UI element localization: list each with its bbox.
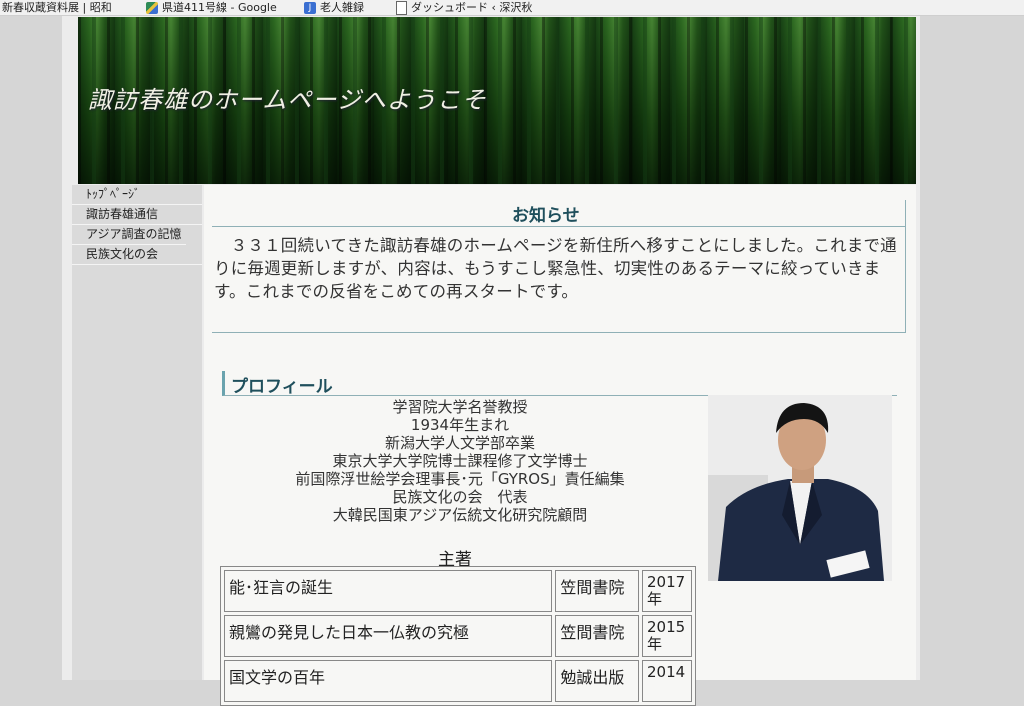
doc-icon: [396, 0, 407, 15]
table-row: 能･狂言の誕生 笠間書院 2017年: [224, 570, 692, 612]
profile-line: 東京大学大学院博士課程修了文学博士: [332, 452, 588, 470]
works-table: 能･狂言の誕生 笠間書院 2017年 親鸞の発見した日本一仏教の究極 笠間書院 …: [220, 566, 696, 706]
profile-line: 1934年生まれ: [410, 416, 510, 434]
profile-line: 前国際浮世絵学会理事長･元「GYROS」責任編集: [295, 470, 625, 488]
profile-line: 新潟大学人文学部卒業: [384, 434, 535, 452]
j-icon: J: [304, 1, 316, 14]
bookmark-item[interactable]: 県道411号線 - Google: [146, 0, 277, 15]
portrait-image: [708, 395, 892, 581]
work-title: 国文学の百年: [224, 660, 553, 702]
notice-text: ３３１回続いてきた諏訪春雄のホームページを新住所へ移すことにしました。これまで通…: [214, 236, 897, 301]
bookmark-item[interactable]: 新春収蔵資料展 | 昭和: [2, 0, 112, 15]
work-title: 能･狂言の誕生: [224, 570, 553, 612]
profile-line: 大韓民国東アジア伝統文化研究院顧問: [332, 506, 588, 524]
sidebar-nav: ﾄｯﾌﾟﾍﾟｰｼﾞ 諏訪春雄通信 アジア調査の記憶 民族文化の会: [72, 185, 202, 680]
profile-line: 学習院大学名誉教授: [392, 398, 528, 416]
bookmark-label: 県道411号線 - Google: [162, 1, 277, 14]
work-publisher: 笠間書院: [555, 615, 639, 657]
notice-title: お知らせ: [512, 206, 580, 226]
profile-title: プロフィール: [231, 377, 333, 397]
profile-details: 学習院大学名誉教授 1934年生まれ 新潟大学人文学部卒業 東京大学大学院博士課…: [250, 398, 670, 524]
site-title: 諏訪春雄のホームページへようこそ: [88, 86, 487, 114]
bookmark-label: 新春収蔵資料展 | 昭和: [2, 1, 112, 14]
work-year: 2017年: [642, 570, 692, 612]
bookmarks-bar: 新春収蔵資料展 | 昭和 県道411号線 - Google J 老人雑録 ダッシ…: [0, 0, 1024, 16]
profile-photo: [708, 395, 892, 581]
sidebar-item-folk-culture[interactable]: 民族文化の会: [72, 245, 202, 265]
bookmark-item[interactable]: ダッシュボード ‹ 深沢秋: [396, 0, 532, 15]
sidebar-item-asia-survey[interactable]: アジア調査の記憶: [72, 225, 186, 245]
table-row: 国文学の百年 勉誠出版 2014: [224, 660, 692, 702]
maps-icon: [146, 1, 158, 14]
bookmark-label: ダッシュボード ‹ 深沢秋: [411, 1, 533, 14]
sidebar-item-newsletter[interactable]: 諏訪春雄通信: [72, 205, 202, 225]
bookmark-item[interactable]: J 老人雑録: [304, 0, 364, 15]
work-publisher: 笠間書院: [555, 570, 639, 612]
bookmark-label: 老人雑録: [320, 1, 364, 14]
work-title: 親鸞の発見した日本一仏教の究極: [224, 615, 553, 657]
table-row: 親鸞の発見した日本一仏教の究極 笠間書院 2015年: [224, 615, 692, 657]
notice-divider: [212, 226, 905, 227]
work-publisher: 勉誠出版: [555, 660, 639, 702]
work-year: 2015年: [642, 615, 692, 657]
sidebar-item-top[interactable]: ﾄｯﾌﾟﾍﾟｰｼﾞ: [72, 185, 202, 205]
work-year: 2014: [642, 660, 692, 702]
profile-line: 民族文化の会 代表: [392, 488, 528, 506]
